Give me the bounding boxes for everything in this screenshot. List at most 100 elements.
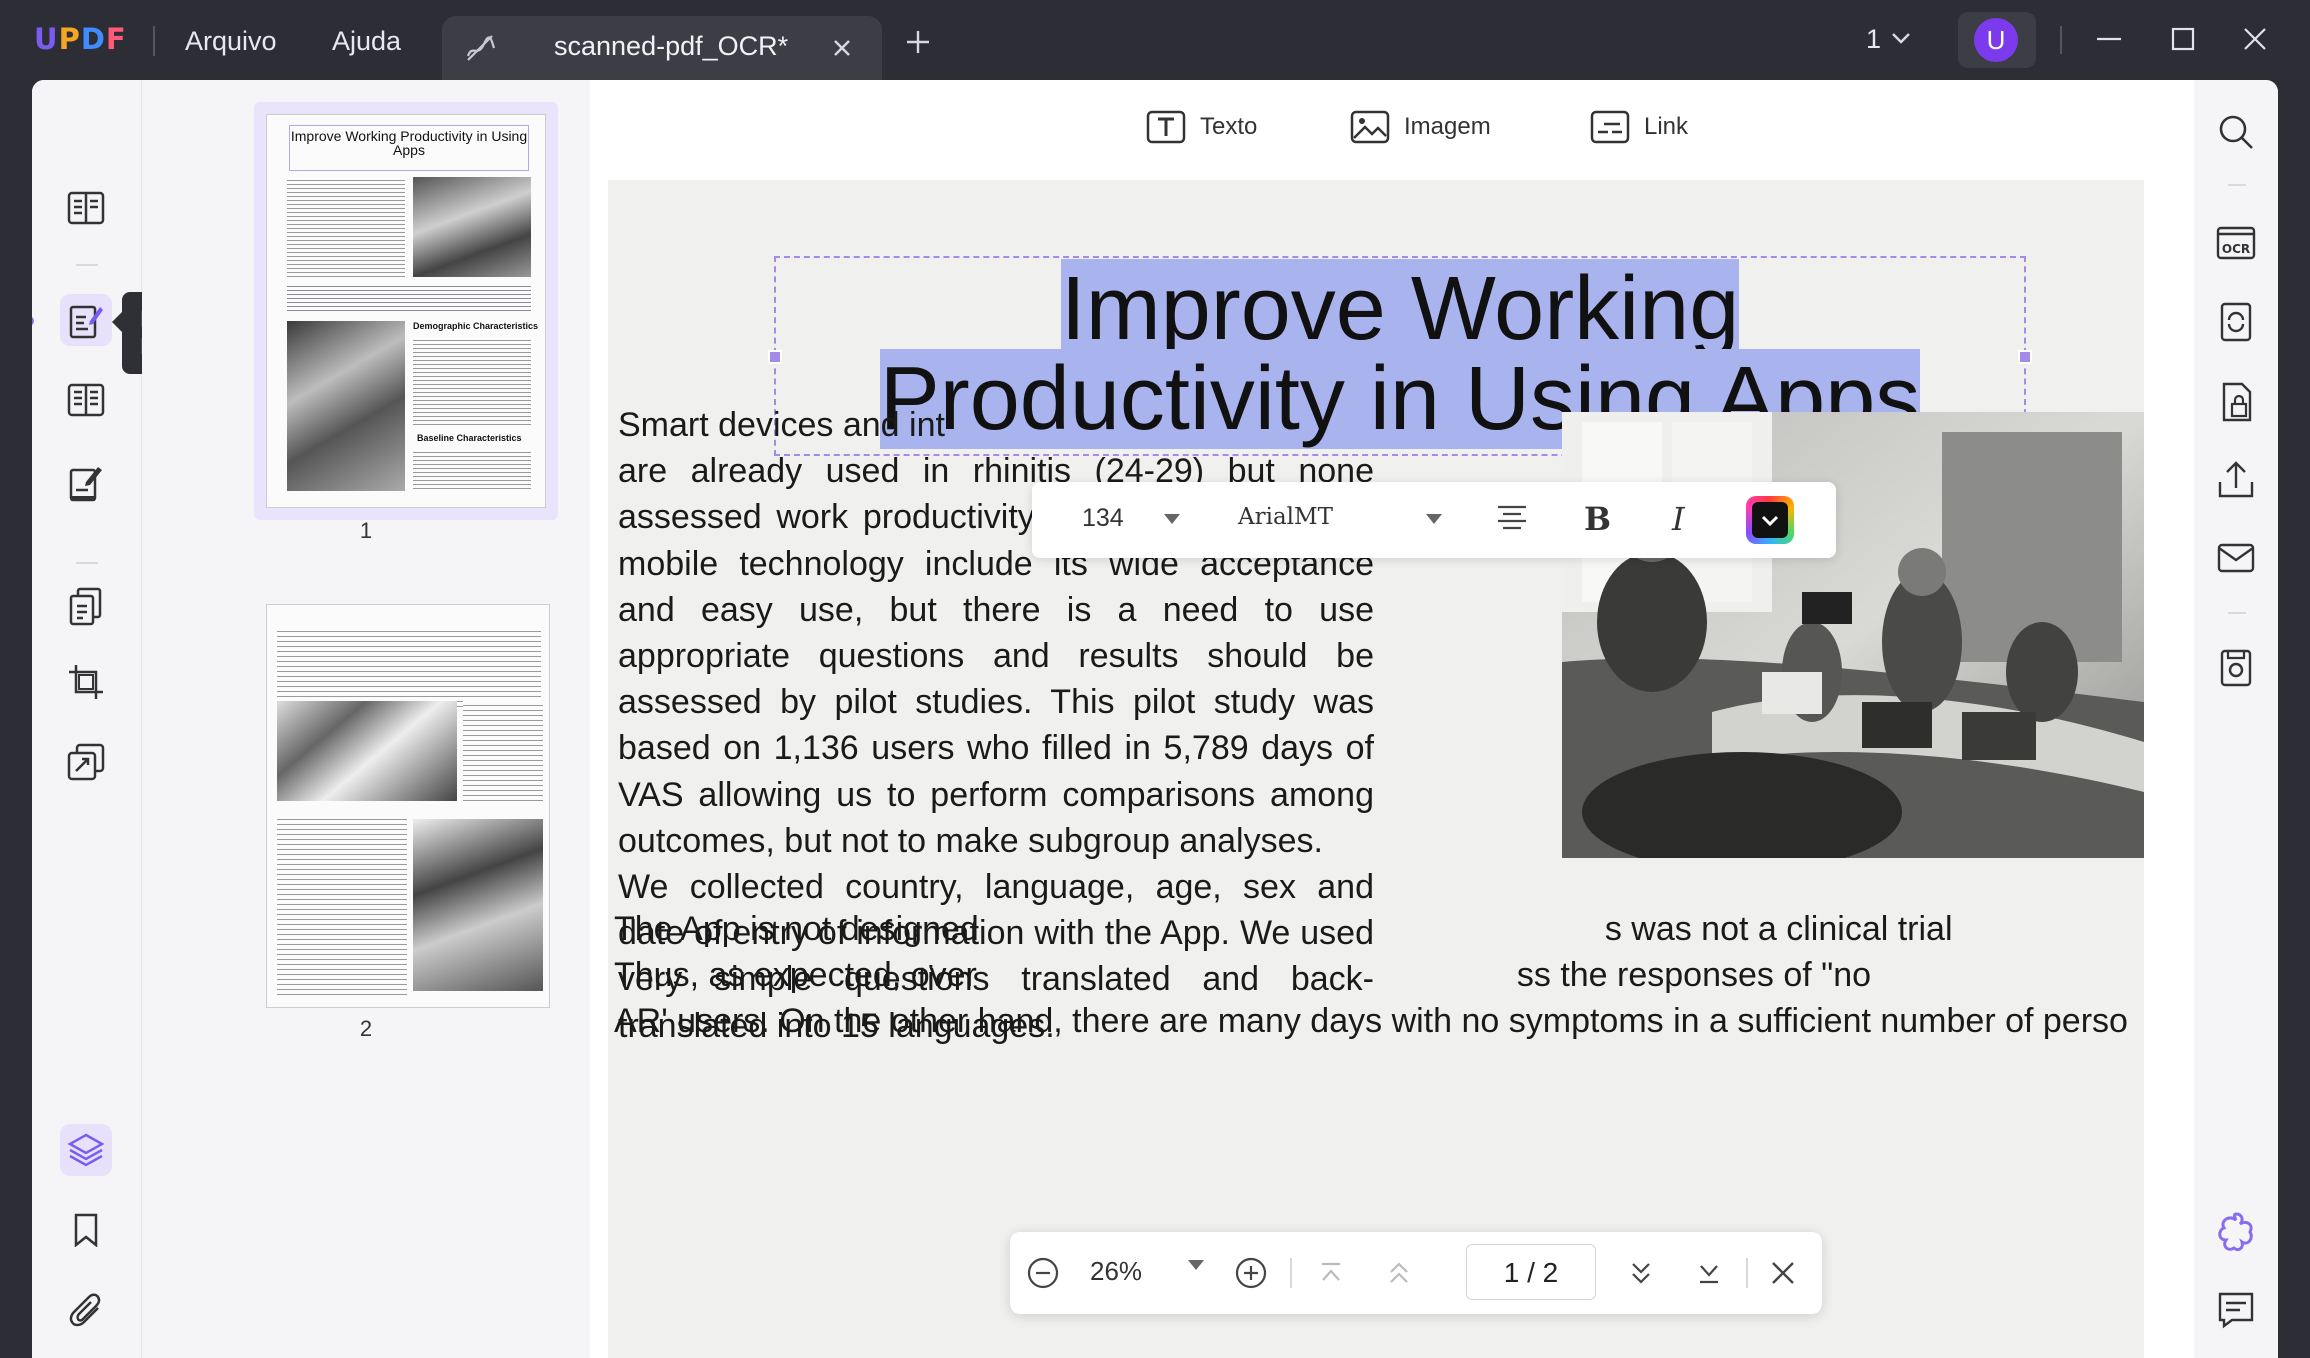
- right-toolbar: OCR: [2194, 80, 2278, 1358]
- batch-icon: [67, 743, 105, 781]
- comments-panel-icon[interactable]: [2214, 1288, 2258, 1332]
- logo-letter: D: [80, 22, 106, 56]
- zoom-level[interactable]: 26%: [1090, 1256, 1142, 1287]
- font-size-select[interactable]: 134: [1082, 504, 1124, 533]
- layers-icon: [67, 1133, 105, 1167]
- photo-thumbnail: [413, 819, 543, 991]
- italic-button[interactable]: I: [1672, 500, 1685, 538]
- text-block: [413, 449, 531, 489]
- logo-letter: F: [105, 22, 127, 56]
- crop-tool[interactable]: [60, 656, 112, 708]
- thumbnail-page-2[interactable]: [254, 592, 558, 1020]
- divider: [2228, 612, 2246, 614]
- add-image-button[interactable]: Imagem: [1350, 110, 1491, 144]
- add-text-button[interactable]: Texto: [1146, 110, 1257, 144]
- zoom-out-icon[interactable]: [1026, 1256, 1060, 1290]
- convert-icon[interactable]: [2214, 300, 2258, 344]
- divider: [2228, 184, 2246, 186]
- close-icon[interactable]: [1766, 1256, 1800, 1290]
- photo-thumbnail: [413, 177, 531, 277]
- editor-area: Texto Imagem Link Improve Working Produc…: [590, 80, 2194, 1358]
- office-photo-image: [1562, 412, 2144, 858]
- font-size-caret[interactable]: [1164, 514, 1180, 524]
- title-bar: UPDF Arquivo Ajuda scanned-pdf_OCR* 1 U: [0, 0, 2310, 80]
- left-toolbar: Editar PDF: [32, 80, 219, 1358]
- previous-page-icon[interactable]: [1382, 1256, 1416, 1290]
- close-tab-icon[interactable]: [830, 36, 854, 60]
- divider: [76, 264, 98, 266]
- color-swatch: [1752, 502, 1788, 538]
- menu-file[interactable]: Arquivo: [185, 26, 277, 57]
- edit-toolbar: Texto Imagem Link: [590, 80, 2194, 180]
- protect-icon[interactable]: [2214, 380, 2258, 424]
- edit-mode-icon: [466, 35, 496, 61]
- divider: [1290, 1258, 1292, 1288]
- share-icon[interactable]: [2214, 458, 2258, 502]
- avatar[interactable]: U: [1974, 18, 2018, 62]
- bottom-line-2-left: Thus, as expected, over: [614, 956, 977, 994]
- add-link-label: Link: [1644, 113, 1689, 140]
- next-page-icon[interactable]: [1624, 1256, 1658, 1290]
- maximize-icon[interactable]: [2168, 24, 2198, 54]
- paragraph-1-start: Smart devices and int: [618, 406, 945, 444]
- text-format-bar: 134 ArialMT B I: [1032, 482, 1836, 558]
- search-icon[interactable]: [2214, 110, 2258, 154]
- link-icon: [1590, 110, 1630, 144]
- svg-text:OCR: OCR: [2222, 242, 2250, 256]
- thumbnail-label: 2: [359, 1016, 373, 1041]
- add-image-label: Imagem: [1404, 113, 1491, 140]
- chevron-down-icon[interactable]: [1890, 30, 1912, 46]
- bookmark-tool[interactable]: [60, 1204, 112, 1256]
- logo-letter: P: [58, 22, 81, 56]
- organize-tool[interactable]: [60, 374, 112, 426]
- meeting-photo[interactable]: [1562, 412, 2144, 858]
- font-family-caret[interactable]: [1426, 514, 1442, 524]
- zoom-in-icon[interactable]: [1234, 1256, 1268, 1290]
- convert-icon: [69, 587, 102, 626]
- ai-assistant-icon[interactable]: [2214, 1210, 2258, 1254]
- photo-thumbnail: [287, 321, 405, 491]
- first-page-icon[interactable]: [1314, 1256, 1348, 1290]
- email-icon[interactable]: [2214, 536, 2258, 580]
- page-number-box[interactable]: 1 / 2: [1466, 1244, 1596, 1300]
- bottom-line-1-left: The App is not designed: [614, 910, 979, 948]
- document-tab[interactable]: scanned-pdf_OCR*: [442, 16, 882, 80]
- layers-tool[interactable]: [60, 1124, 112, 1176]
- text-block: [277, 815, 407, 997]
- updf-logo[interactable]: UPDF: [34, 22, 127, 56]
- bold-button[interactable]: B: [1584, 500, 1611, 538]
- pdf-page: Improve Working Productivity in Using Ap…: [608, 180, 2144, 1358]
- divider: [2060, 26, 2062, 54]
- close-window-icon[interactable]: [2240, 24, 2270, 54]
- edit-pdf-tool[interactable]: [60, 294, 112, 346]
- add-link-button[interactable]: Link: [1590, 110, 1688, 144]
- page-separator: /: [1527, 1257, 1535, 1288]
- convert-tool[interactable]: [60, 580, 112, 632]
- divider: [76, 562, 98, 564]
- text-block: [287, 177, 405, 277]
- thumbnail-page-1[interactable]: Improve Working Productivity in Using Ap…: [254, 102, 558, 520]
- text-color-button[interactable]: [1746, 496, 1794, 544]
- ocr-icon[interactable]: OCR: [2214, 220, 2258, 264]
- thumbnail-label: 1: [359, 518, 373, 543]
- bottom-text[interactable]: The App is not designed s was not a clini…: [614, 906, 2144, 1044]
- font-family-select[interactable]: ArialMT: [1238, 504, 1333, 530]
- add-text-label: Texto: [1200, 113, 1258, 140]
- zoom-dropdown-caret[interactable]: [1188, 1260, 1204, 1270]
- logo-letter: U: [34, 22, 59, 56]
- bookmark-icon: [74, 1213, 98, 1247]
- minimize-icon[interactable]: [2094, 24, 2124, 54]
- reader-tool[interactable]: [60, 182, 112, 234]
- fill-sign-tool[interactable]: [60, 458, 112, 510]
- attachment-tool[interactable]: [60, 1284, 112, 1336]
- align-center-icon[interactable]: [1496, 504, 1528, 534]
- text-block: [287, 283, 531, 313]
- last-page-icon[interactable]: [1692, 1256, 1726, 1290]
- edit-pdf-icon: [69, 305, 103, 339]
- save-icon[interactable]: [2214, 646, 2258, 690]
- page-selector[interactable]: 1: [1866, 24, 1881, 55]
- batch-tool[interactable]: [60, 736, 112, 788]
- menu-help[interactable]: Ajuda: [332, 26, 401, 57]
- fill-sign-icon: [69, 467, 102, 502]
- new-tab-icon[interactable]: [904, 28, 932, 56]
